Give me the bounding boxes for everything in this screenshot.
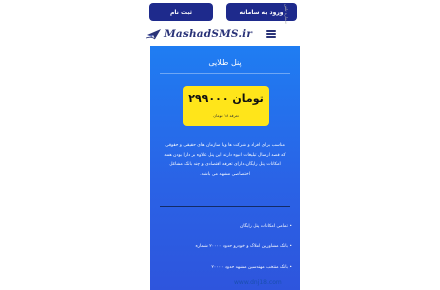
site-header: MashadSMS.ir (140, 26, 305, 44)
watermark: www.dnj18.com (234, 279, 282, 286)
register-button[interactable]: ثبت نام (149, 3, 213, 21)
features-divider (160, 206, 290, 207)
plan-price: ۲۹۹۰۰۰ تومان (188, 92, 264, 105)
price-note: تعرفه ۱۸ تومان (213, 113, 239, 118)
price-box: ۲۹۹۰۰۰ تومان تعرفه ۱۸ تومان (183, 86, 269, 126)
side-label: شماره تلفن (284, 4, 289, 24)
site-logo[interactable]: MashadSMS.ir (146, 28, 252, 40)
gold-plan-card: پنل طلایی ۲۹۹۰۰۰ تومان تعرفه ۱۸ تومان من… (150, 46, 300, 290)
feature-item: • بانک منتخب مهندسین مشهد حدود ۲۰۰۰۰ (211, 265, 292, 270)
plan-title: پنل طلایی (208, 58, 242, 67)
feature-item: • تمامی امکانات پنل رایگان (240, 224, 292, 229)
hamburger-menu-icon[interactable] (266, 30, 276, 38)
title-divider (160, 73, 290, 74)
plane-icon (146, 29, 161, 40)
plan-description: مناسب برای افراد و شرکت ها ویا سازمان ها… (164, 143, 286, 177)
mobile-page: ثبت نام ورود به سامانه MashadSMS.ir پنل … (140, 0, 305, 290)
feature-item: • بانک مشاورین املاک و خودرو حدود ۲۰۰۰۰ … (195, 244, 292, 249)
logo-text: MashadSMS.ir (164, 28, 253, 40)
